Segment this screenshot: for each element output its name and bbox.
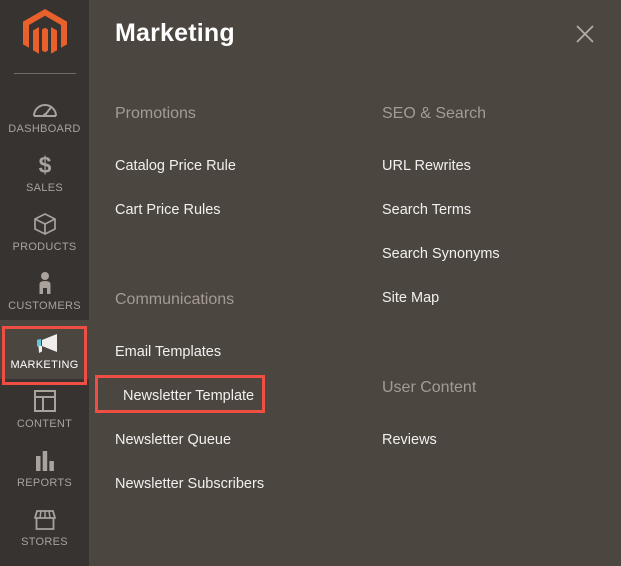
- menu-list: Catalog Price Rule Cart Price Rules: [115, 157, 370, 245]
- dashboard-gauge-icon: [32, 92, 58, 118]
- marketing-menu-panel: Marketing Promotions Catalog Price R: [89, 0, 621, 566]
- sidebar-item-label: DASHBOARD: [8, 123, 80, 135]
- sidebar-item-label: MARKETING: [10, 359, 78, 371]
- sidebar-item-label: CUSTOMERS: [8, 300, 81, 312]
- close-button[interactable]: [571, 20, 599, 48]
- menu-group-user-content: User Content Reviews: [382, 378, 612, 475]
- menu-link-cart-price-rules[interactable]: Cart Price Rules: [115, 201, 370, 219]
- layout-page-icon: [33, 387, 57, 413]
- list-item: URL Rewrites: [382, 157, 612, 201]
- sidebar-item-dashboard[interactable]: DASHBOARD: [0, 84, 89, 143]
- list-item: Site Map: [382, 289, 612, 333]
- menu-group-seo-search: SEO & Search URL Rewrites Search Terms S…: [382, 104, 612, 333]
- list-item: Search Synonyms: [382, 245, 612, 289]
- svg-text:$: $: [38, 153, 51, 177]
- list-item: Search Terms: [382, 201, 612, 245]
- list-item: Reviews: [382, 431, 612, 475]
- menu-link-newsletter-template[interactable]: Newsletter Template: [115, 387, 370, 405]
- menu-columns: Promotions Catalog Price Rule Cart Price…: [89, 92, 621, 566]
- menu-link-search-terms[interactable]: Search Terms: [382, 201, 612, 219]
- menu-group-promotions: Promotions Catalog Price Rule Cart Price…: [115, 104, 370, 245]
- sidebar-item-marketing[interactable]: MARKETING: [0, 320, 89, 379]
- list-item: Email Templates: [115, 343, 370, 387]
- list-item: Newsletter Template: [115, 387, 370, 431]
- close-x-icon: [574, 23, 596, 45]
- box-package-icon: [33, 210, 57, 236]
- sidebar-nav: DASHBOARD $ SALES PRODU: [0, 84, 89, 556]
- magento-admin-menu-screen: DASHBOARD $ SALES PRODU: [0, 0, 621, 566]
- sidebar-item-stores[interactable]: STORES: [0, 497, 89, 556]
- group-title: User Content: [382, 378, 612, 398]
- menu-link-site-map[interactable]: Site Map: [382, 289, 612, 307]
- magento-logo[interactable]: [0, 0, 89, 62]
- sidebar-item-label: REPORTS: [17, 477, 72, 489]
- bar-chart-icon: [34, 446, 56, 472]
- menu-link-reviews[interactable]: Reviews: [382, 431, 612, 449]
- person-icon: [36, 269, 54, 295]
- sidebar-item-label: SALES: [26, 182, 63, 194]
- menu-link-url-rewrites[interactable]: URL Rewrites: [382, 157, 612, 175]
- panel-header: Marketing: [89, 0, 621, 70]
- sidebar-item-label: CONTENT: [17, 418, 72, 430]
- sidebar-item-label: STORES: [21, 536, 68, 548]
- list-item: Newsletter Queue: [115, 431, 370, 475]
- menu-link-email-templates[interactable]: Email Templates: [115, 343, 370, 361]
- sidebar-item-label: PRODUCTS: [12, 241, 76, 253]
- sidebar-item-sales[interactable]: $ SALES: [0, 143, 89, 202]
- admin-sidebar: DASHBOARD $ SALES PRODU: [0, 0, 89, 566]
- menu-list: URL Rewrites Search Terms Search Synonym…: [382, 157, 612, 333]
- list-item: Newsletter Subscribers: [115, 475, 370, 519]
- sidebar-item-reports[interactable]: REPORTS: [0, 438, 89, 497]
- sidebar-item-customers[interactable]: CUSTOMERS: [0, 261, 89, 320]
- storefront-icon: [32, 505, 58, 531]
- sidebar-item-products[interactable]: PRODUCTS: [0, 202, 89, 261]
- menu-link-newsletter-subscribers[interactable]: Newsletter Subscribers: [115, 475, 370, 493]
- dollar-sign-icon: $: [36, 151, 54, 177]
- menu-list: Email Templates Newsletter Template News…: [115, 343, 370, 519]
- megaphone-icon: [31, 328, 59, 354]
- menu-link-catalog-price-rule[interactable]: Catalog Price Rule: [115, 157, 370, 175]
- magento-logo-icon: [23, 9, 67, 57]
- page-title: Marketing: [115, 19, 235, 48]
- sidebar-item-content[interactable]: CONTENT: [0, 379, 89, 438]
- list-item: Cart Price Rules: [115, 201, 370, 245]
- sidebar-divider: [14, 73, 76, 74]
- list-item: Catalog Price Rule: [115, 157, 370, 201]
- group-title: Communications: [115, 290, 370, 310]
- group-title: Promotions: [115, 104, 370, 124]
- menu-link-search-synonyms[interactable]: Search Synonyms: [382, 245, 612, 263]
- menu-link-newsletter-queue[interactable]: Newsletter Queue: [115, 431, 370, 449]
- menu-group-communications: Communications Email Templates Newslette…: [115, 290, 370, 519]
- menu-list: Reviews: [382, 431, 612, 475]
- group-title: SEO & Search: [382, 104, 612, 124]
